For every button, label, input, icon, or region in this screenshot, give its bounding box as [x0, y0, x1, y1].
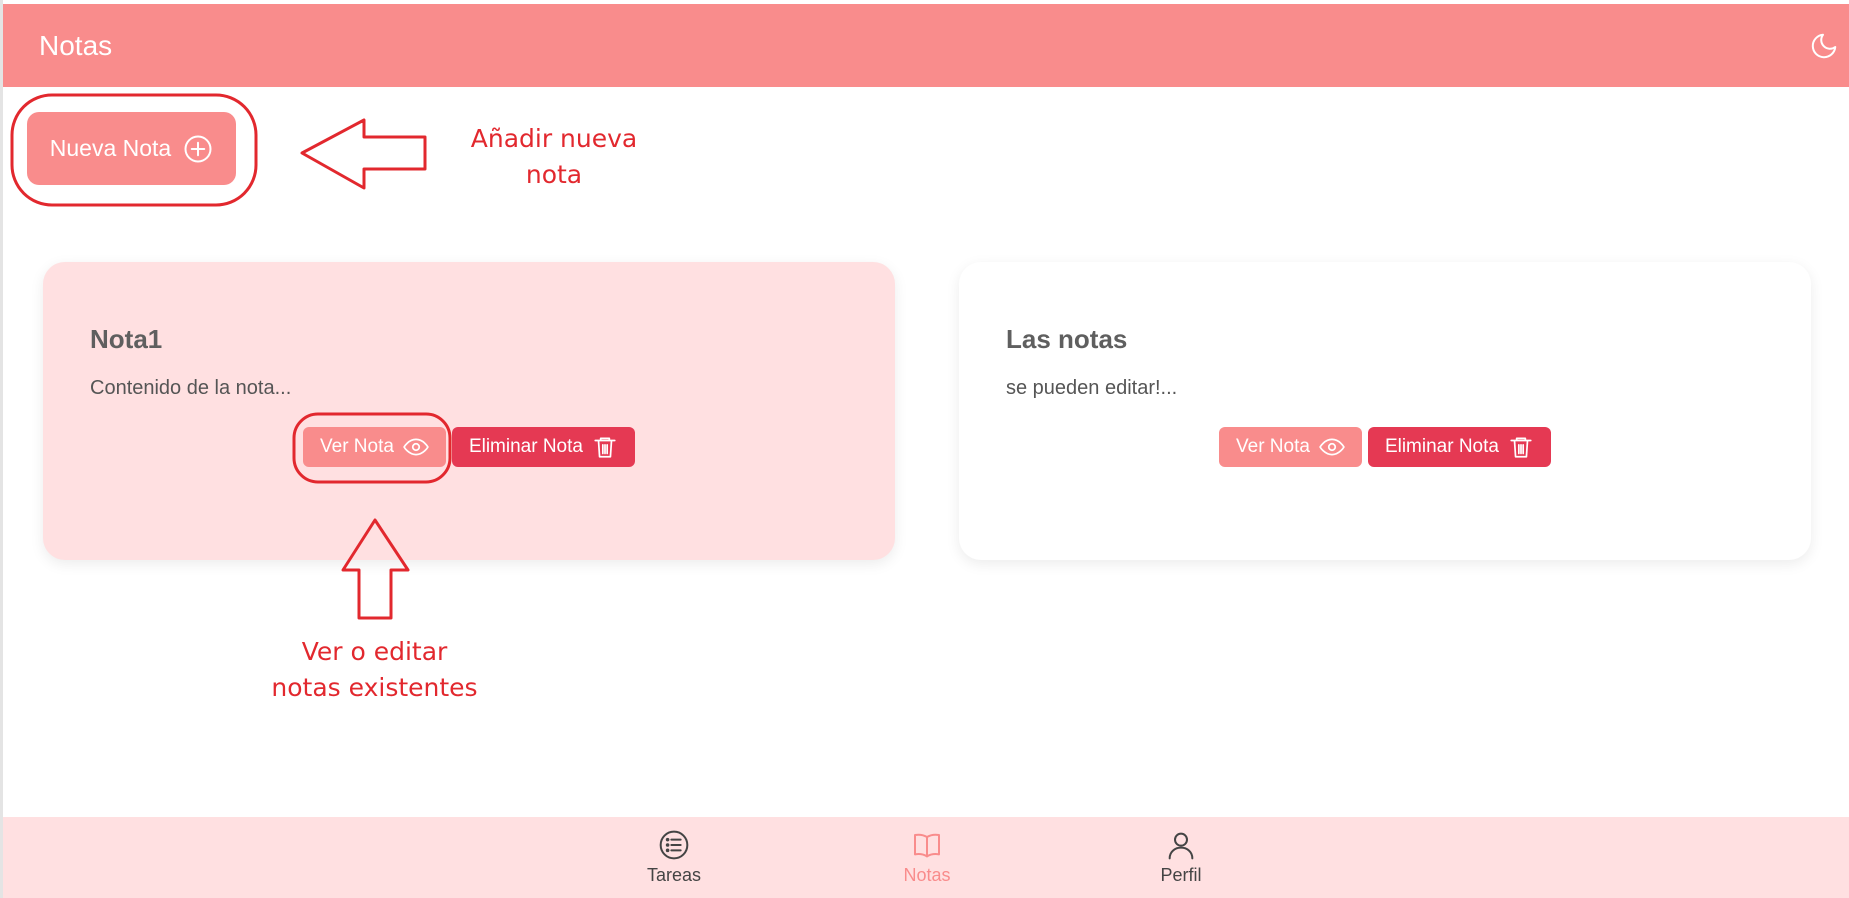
nav-item-perfil[interactable]: Perfil	[1121, 829, 1241, 886]
annotation-view-edit: Ver o editar notas existentes	[262, 634, 487, 706]
annotation-line: notas existentes	[271, 673, 478, 702]
eye-icon	[1319, 438, 1345, 456]
bottom-navigation: Tareas Notas Perfil	[3, 817, 1849, 898]
app-header: Notas	[3, 4, 1849, 87]
new-note-button[interactable]: Nueva Nota	[27, 112, 236, 185]
note-card: Nota1 Contenido de la nota... Ver Nota E…	[43, 262, 895, 560]
nav-label: Perfil	[1160, 865, 1202, 885]
left-arrow-annotation	[300, 118, 427, 190]
note-actions: Ver Nota Eliminar Nota	[43, 427, 895, 467]
annotation-line: Ver o editar	[301, 637, 448, 666]
delete-note-button[interactable]: Eliminar Nota	[1367, 427, 1551, 467]
nav-label: Notas	[903, 865, 951, 885]
annotation-line: nota	[525, 160, 583, 189]
view-note-label: Ver Nota	[320, 436, 394, 457]
note-card: Las notas se pueden editar!... Ver Nota …	[959, 262, 1811, 560]
eye-icon	[403, 438, 429, 456]
window-border	[0, 0, 3, 898]
nav-item-tareas[interactable]: Tareas	[614, 829, 734, 886]
delete-note-label: Eliminar Nota	[468, 436, 583, 457]
note-title: Las notas	[1006, 324, 1128, 354]
trash-icon	[1510, 437, 1532, 458]
nav-item-notas[interactable]: Notas	[867, 829, 987, 886]
delete-note-button[interactable]: Eliminar Nota	[451, 427, 635, 467]
view-note-label: Ver Nota	[1236, 436, 1310, 457]
view-note-button[interactable]: Ver Nota	[1219, 427, 1362, 467]
delete-note-label: Eliminar Nota	[1384, 436, 1499, 457]
note-actions: Ver Nota Eliminar Nota	[959, 427, 1811, 467]
annotation-line: Añadir nueva	[470, 124, 638, 153]
new-note-label: Nueva Nota	[49, 135, 172, 161]
note-title: Nota1	[90, 324, 163, 354]
nav-label: Tareas	[646, 865, 702, 885]
moon-icon[interactable]	[1809, 31, 1839, 61]
book-icon	[914, 833, 940, 858]
plus-circle-icon	[184, 135, 212, 162]
user-icon	[1168, 832, 1194, 860]
page-title: Notas	[39, 30, 113, 61]
annotation-add-note: Añadir nueva nota	[465, 121, 643, 193]
note-content: Contenido de la nota...	[90, 377, 292, 399]
list-icon	[659, 830, 689, 860]
note-content: se pueden editar!...	[1006, 377, 1178, 399]
trash-icon	[594, 437, 616, 458]
view-note-button[interactable]: Ver Nota	[303, 427, 446, 467]
